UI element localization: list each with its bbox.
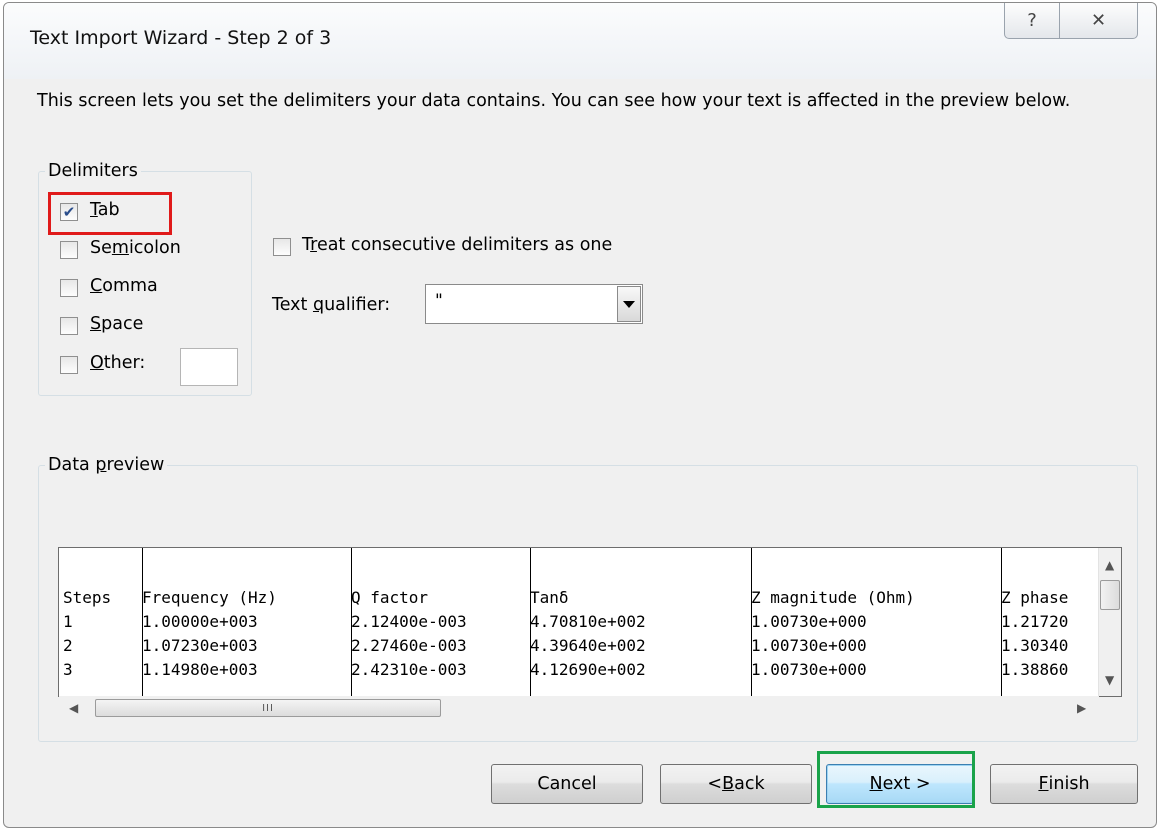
scroll-right-icon[interactable]: ▶ bbox=[1077, 701, 1086, 715]
preview-row: 1 1.00000e+003 2.12400e-003 4.70810e+002 1.0… bbox=[63, 610, 1099, 634]
chevron-down-icon bbox=[623, 300, 635, 308]
preview-row: 2 1.07230e+003 2.27460e-003 4.39640e+002 1.0… bbox=[63, 634, 1099, 658]
horizontal-scroll-thumb[interactable]: III bbox=[95, 699, 441, 717]
next-button[interactable]: Next > bbox=[826, 764, 974, 804]
semicolon-label[interactable]: Semicolon bbox=[90, 238, 181, 258]
text-qualifier-dropdown-button[interactable] bbox=[617, 286, 641, 322]
preview-cell: Z magnitude (Ohm) bbox=[751, 588, 915, 607]
preview-cell: 1.07230e+003 bbox=[142, 636, 258, 655]
data-preview-grid[interactable]: Steps Frequency (Hz) Q factor Tanδ Z magnitu… bbox=[58, 547, 1122, 697]
close-button[interactable]: ✕ bbox=[1060, 3, 1138, 39]
preview-vertical-scrollbar[interactable]: ▲ ▼ bbox=[1098, 548, 1121, 696]
preview-cell: 1.30340 bbox=[1001, 636, 1069, 655]
back-button[interactable]: < Back bbox=[660, 764, 812, 804]
preview-cell: 2 bbox=[63, 636, 73, 655]
data-preview-legend: Data preview bbox=[48, 455, 165, 475]
delimiters-legend: Delimiters bbox=[48, 161, 138, 181]
dialog-title: Text Import Wizard - Step 2 of 3 bbox=[30, 27, 332, 49]
tab-checkbox[interactable]: ✔ bbox=[60, 203, 78, 221]
preview-rows: Steps Frequency (Hz) Q factor Tanδ Z magnitu… bbox=[63, 586, 1099, 682]
title-bar: Text Import Wizard - Step 2 of 3 ? ✕ bbox=[4, 3, 1156, 79]
other-checkbox[interactable] bbox=[60, 356, 78, 374]
preview-cell: 2.12400e-003 bbox=[351, 612, 467, 631]
treat-consecutive-label[interactable]: Treat consecutive delimiters as one bbox=[302, 235, 612, 255]
scroll-grip-icon: III bbox=[262, 702, 274, 714]
treat-consecutive-checkbox[interactable] bbox=[273, 238, 291, 256]
preview-cell: 2.42310e-003 bbox=[351, 660, 467, 679]
preview-cell: Steps bbox=[63, 588, 112, 607]
comma-label[interactable]: Comma bbox=[90, 276, 158, 296]
preview-cell: 1.00000e+003 bbox=[142, 612, 258, 631]
preview-cell: 1.00730e+000 bbox=[751, 612, 867, 631]
preview-cell: Q factor bbox=[351, 588, 429, 607]
finish-button[interactable]: Finish bbox=[990, 764, 1138, 804]
help-icon: ? bbox=[1027, 10, 1037, 31]
preview-cell: Tanδ bbox=[530, 588, 569, 607]
preview-cell: 2.27460e-003 bbox=[351, 636, 467, 655]
help-button[interactable]: ? bbox=[1004, 3, 1060, 39]
space-checkbox[interactable] bbox=[60, 317, 78, 335]
other-label[interactable]: Other: bbox=[90, 353, 145, 373]
preview-cell: 4.39640e+002 bbox=[530, 636, 646, 655]
preview-cell: 1.38860 bbox=[1001, 660, 1069, 679]
preview-row: 3 1.14980e+003 2.42310e-003 4.12690e+002 1.0… bbox=[63, 658, 1099, 682]
other-delimiter-input[interactable] bbox=[180, 348, 238, 386]
comma-checkbox[interactable] bbox=[60, 279, 78, 297]
text-qualifier-label: Text qualifier: bbox=[272, 295, 391, 315]
preview-cell: 4.12690e+002 bbox=[530, 660, 646, 679]
space-label[interactable]: Space bbox=[90, 314, 143, 334]
instructions-text: This screen lets you set the delimiters … bbox=[37, 91, 1071, 111]
preview-cell: 3 bbox=[63, 660, 73, 679]
preview-cell: Frequency (Hz) bbox=[142, 588, 277, 607]
text-qualifier-value: " bbox=[435, 291, 443, 311]
text-import-wizard-dialog: Text Import Wizard - Step 2 of 3 ? ✕ Thi… bbox=[3, 2, 1157, 828]
preview-cell: 1.21720 bbox=[1001, 612, 1069, 631]
tab-label[interactable]: Tab bbox=[90, 200, 120, 220]
scroll-down-icon[interactable]: ▼ bbox=[1105, 673, 1114, 687]
scroll-up-icon[interactable]: ▲ bbox=[1105, 558, 1114, 572]
preview-cell: 1.00730e+000 bbox=[751, 636, 867, 655]
text-qualifier-select[interactable]: " bbox=[425, 284, 643, 324]
title-bar-buttons: ? ✕ bbox=[1004, 3, 1138, 39]
preview-cell: 1.00730e+000 bbox=[751, 660, 867, 679]
close-icon: ✕ bbox=[1090, 10, 1107, 31]
preview-cell: 4.70810e+002 bbox=[530, 612, 646, 631]
semicolon-checkbox[interactable] bbox=[60, 241, 78, 259]
preview-horizontal-scrollbar[interactable]: ◀ III ▶ bbox=[59, 696, 1099, 720]
checkmark-icon: ✔ bbox=[62, 202, 76, 221]
preview-header-row: Steps Frequency (Hz) Q factor Tanδ Z magnitu… bbox=[63, 586, 1099, 610]
vertical-scroll-thumb[interactable] bbox=[1100, 580, 1120, 610]
preview-cell: 1 bbox=[63, 612, 73, 631]
preview-cell: 1.14980e+003 bbox=[142, 660, 258, 679]
cancel-button[interactable]: Cancel bbox=[491, 764, 643, 804]
preview-cell: Z phase bbox=[1001, 588, 1069, 607]
scroll-left-icon[interactable]: ◀ bbox=[69, 701, 78, 715]
